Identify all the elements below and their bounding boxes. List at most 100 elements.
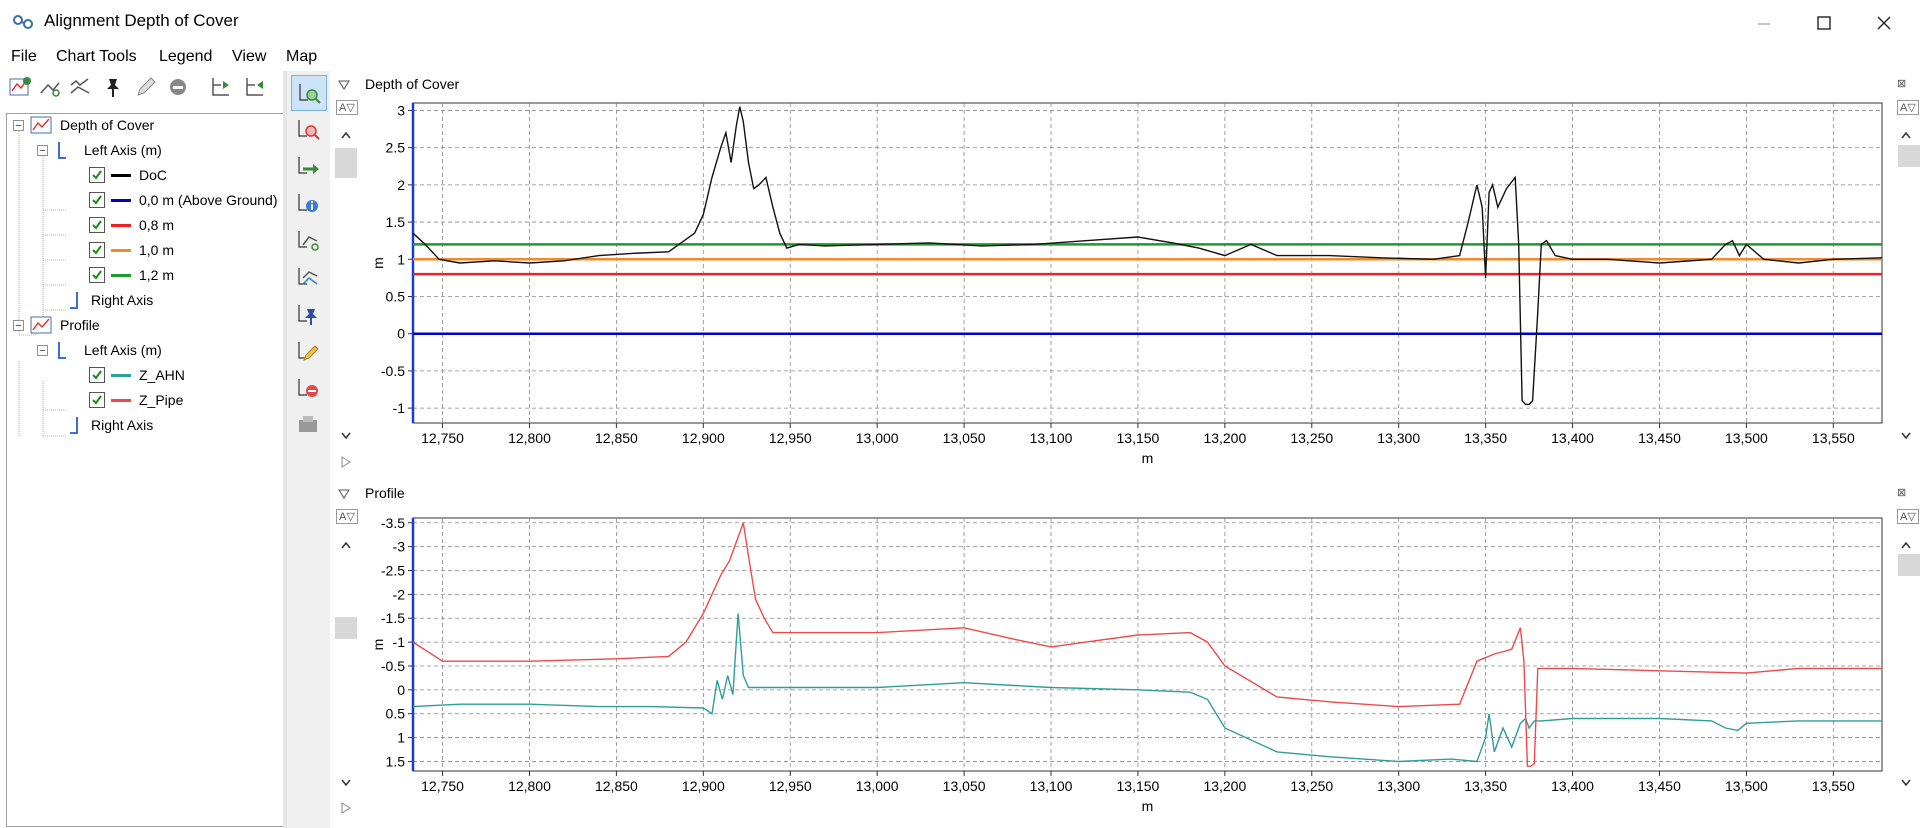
pencil-icon: [298, 342, 319, 361]
y-tick-label: -3.5: [381, 515, 405, 531]
tree-node-doc[interactable]: DoC: [89, 162, 167, 188]
check-icon: [92, 395, 102, 405]
depth-of-cover-chart[interactable]: 12,750 12,800 12,850 12,900 12,950 13,000 13,0…: [330, 73, 1920, 477]
x-tick-label: 13,550: [1812, 430, 1855, 446]
y-tick-label: 2.5: [386, 140, 406, 156]
remove-icon: [298, 379, 318, 397]
app-icon: [13, 15, 33, 29]
chart-icon: [30, 116, 52, 134]
y-tick-label: -1: [393, 634, 406, 650]
x-axis-label: m: [1142, 450, 1154, 466]
x-tick-label: 13,200: [1203, 430, 1246, 446]
collapse-tree-icon[interactable]: [243, 75, 267, 99]
tree-label: 0,0 m (Above Ground): [139, 192, 278, 208]
tree-node-1-0m[interactable]: 1,0 m: [89, 237, 174, 263]
tree-label: DoC: [139, 167, 168, 183]
add-line-button[interactable]: [291, 223, 325, 257]
profile-chart[interactable]: 12,750 12,800 12,850 12,900 12,950 13,000 13,0…: [330, 482, 1920, 828]
y-tick-label: 0: [397, 682, 405, 698]
tree-label: Profile: [60, 317, 100, 333]
x-tick-label: 13,400: [1551, 430, 1594, 446]
tree-node-z-ahn[interactable]: Z_AHN: [89, 362, 185, 388]
x-tick-label: 13,300: [1377, 430, 1420, 446]
series-swatch: [111, 198, 131, 202]
add-series-button[interactable]: [291, 260, 325, 294]
remove-tool-button[interactable]: [291, 371, 325, 405]
pin-tool-button[interactable]: [291, 297, 325, 331]
series-checkbox[interactable]: [89, 367, 105, 383]
export-tool-button[interactable]: [291, 408, 325, 442]
menu-chart-tools[interactable]: Chart Tools: [56, 48, 137, 66]
x-tick-label: 12,750: [421, 778, 464, 794]
series-checkbox[interactable]: [89, 167, 105, 183]
tree-node-right-axis[interactable]: Right Axis: [63, 412, 153, 438]
add-chart-icon[interactable]: [8, 75, 32, 99]
y-tick-label: -1: [393, 400, 406, 416]
collapse-icon[interactable]: −: [13, 119, 24, 131]
chart-tool-bar: [287, 71, 330, 828]
tree-label: Left Axis (m): [84, 142, 162, 158]
x-tick-label: 13,500: [1725, 778, 1768, 794]
edit-tool-button[interactable]: [291, 334, 325, 368]
series-checkbox[interactable]: [89, 192, 105, 208]
collapse-icon[interactable]: −: [13, 319, 24, 331]
x-tick-label: 13,200: [1203, 778, 1246, 794]
remove-icon[interactable]: [166, 75, 190, 99]
chart-icon: [30, 316, 52, 334]
collapse-icon[interactable]: −: [37, 144, 48, 156]
tree-node-0-0m[interactable]: 0,0 m (Above Ground): [89, 187, 278, 213]
y-tick-label: 3: [397, 102, 405, 118]
tree-node-profile[interactable]: − Profile: [13, 312, 100, 338]
series-swatch: [111, 398, 131, 402]
y-tick-label: -1.5: [381, 610, 405, 626]
tree-node-depth-of-cover[interactable]: − Depth of Cover: [13, 114, 155, 138]
x-tick-label: 13,000: [856, 430, 899, 446]
series-checkbox[interactable]: [89, 267, 105, 283]
legend-tree: − Depth of Cover − Left Axis (m) DoC 0,0…: [6, 113, 284, 827]
expand-tree-icon[interactable]: [209, 75, 233, 99]
tree-node-1-2m[interactable]: 1,2 m: [89, 262, 174, 288]
series-checkbox[interactable]: [89, 217, 105, 233]
tree-node-left-axis[interactable]: − Left Axis (m): [37, 337, 162, 363]
x-tick-label: 12,850: [595, 430, 638, 446]
minimize-button[interactable]: [1736, 6, 1792, 40]
series-checkbox[interactable]: [89, 242, 105, 258]
collapse-icon[interactable]: −: [37, 344, 48, 356]
zoom-tool-button[interactable]: [291, 112, 325, 146]
y-axis-label: m: [370, 257, 386, 269]
menu-view[interactable]: View: [232, 48, 266, 66]
add-series-icon[interactable]: [68, 75, 92, 99]
pin-icon: [298, 305, 317, 325]
y-tick-label: 0.5: [386, 288, 406, 304]
tree-node-right-axis[interactable]: Right Axis: [63, 287, 153, 313]
tree-node-0-8m[interactable]: 0,8 m: [89, 212, 174, 238]
close-icon: [1877, 16, 1891, 30]
plot-area: [412, 517, 1883, 772]
tree-node-left-axis[interactable]: − Left Axis (m): [37, 137, 162, 163]
tree-label: Depth of Cover: [60, 117, 155, 133]
menu-legend[interactable]: Legend: [159, 48, 212, 66]
y-tick-label: -0.5: [381, 363, 405, 379]
right-axis-icon: [70, 417, 78, 434]
tree-node-z-pipe[interactable]: Z_Pipe: [89, 387, 183, 413]
pan-tool-button[interactable]: [291, 149, 325, 183]
menu-file[interactable]: File: [11, 48, 37, 66]
maximize-button[interactable]: [1796, 6, 1852, 40]
select-tool-button[interactable]: [291, 75, 327, 111]
pin-icon[interactable]: [101, 75, 125, 99]
x-tick-label: 13,450: [1638, 778, 1681, 794]
x-tick-label: 13,000: [856, 778, 899, 794]
edit-pencil-icon[interactable]: [134, 75, 158, 99]
series-checkbox[interactable]: [89, 392, 105, 408]
x-tick-label: 12,900: [682, 430, 725, 446]
x-tick-label: 13,300: [1377, 778, 1420, 794]
info-tool-button[interactable]: [291, 186, 325, 220]
x-axis-label: m: [1142, 798, 1154, 814]
close-button[interactable]: [1856, 6, 1912, 40]
add-axis-icon[interactable]: [38, 75, 62, 99]
pan-arrow-icon: [298, 157, 319, 174]
menu-map[interactable]: Map: [286, 48, 317, 66]
y-tick-label: 1: [397, 251, 405, 267]
y-tick-label: 0.5: [386, 706, 406, 722]
title-bar: Alignment Depth of Cover: [0, 0, 1920, 45]
